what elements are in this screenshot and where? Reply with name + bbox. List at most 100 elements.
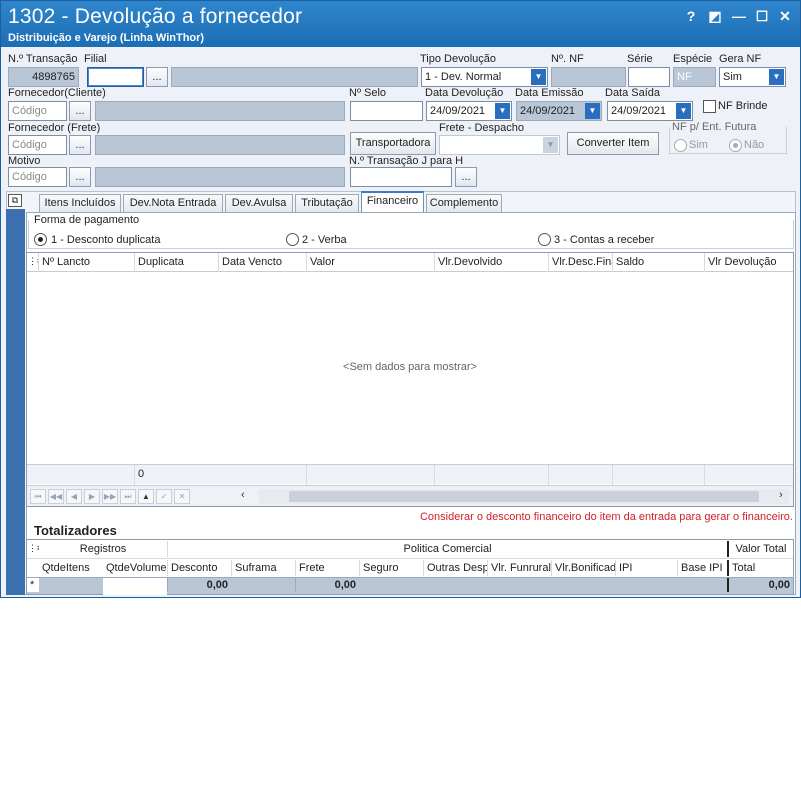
col-base-ipi[interactable]: Base IPI (677, 560, 727, 576)
tab-tributacao[interactable]: Tributação (295, 194, 359, 212)
fornecedor-frete-search-button[interactable]: ... (69, 135, 91, 155)
fornecedor-frete-label: Fornecedor (Frete) (8, 122, 101, 134)
desconto-duplicata-radio[interactable] (34, 233, 47, 246)
col-total[interactable]: Total (727, 560, 793, 576)
data-devolucao-field[interactable]: 24/09/2021 ▼ (426, 101, 512, 121)
qtde-volume-value (103, 578, 167, 595)
summary-cell (613, 465, 705, 485)
totalizadores-grid: ⋮≡ Registros Politica Comercial Valor To… (26, 539, 794, 595)
col-qtde-volume[interactable]: QtdeVolume (103, 560, 167, 576)
frete-despacho-select[interactable]: ▼ (439, 135, 560, 155)
minimize-icon[interactable]: — (729, 7, 749, 25)
restore-layout-icon[interactable]: ◩ (705, 7, 725, 25)
summary-cell (27, 465, 135, 485)
verba-label: 2 - Verba (302, 234, 347, 246)
n-transacao-field: 4898765 (8, 67, 79, 87)
filial-field[interactable] (87, 67, 144, 87)
group-politica-comercial: Politica Comercial (167, 541, 727, 557)
desconto-duplicata-label: 1 - Desconto duplicata (51, 234, 161, 246)
converter-item-button[interactable]: Converter Item (567, 132, 659, 155)
col-vlr-bonificad[interactable]: Vlr.Bonificad (551, 560, 615, 576)
col-data-vencto[interactable]: Data Vencto (219, 253, 307, 272)
col-seguro[interactable]: Seguro (359, 560, 423, 576)
motivo-codigo[interactable]: Código (8, 167, 67, 187)
col-outras-desp[interactable]: Outras Desp (423, 560, 487, 576)
nf-futura-sim-radio[interactable] (674, 139, 687, 152)
motivo-search-button[interactable]: ... (69, 167, 91, 187)
window-title: 1302 - Devolução a fornecedor (8, 5, 303, 28)
last-record-icon[interactable]: ⏭ (120, 489, 136, 504)
insert-record-icon[interactable]: ▲ (138, 489, 154, 504)
grid-menu-icon[interactable]: ⋮≡ (27, 541, 39, 556)
horizontal-scrollbar[interactable] (259, 489, 789, 504)
tab-dev-avulsa[interactable]: Dev.Avulsa (225, 194, 293, 212)
n-transacao-j-search-button[interactable]: ... (455, 167, 477, 187)
col-vlr-devolvido[interactable]: Vlr.Devolvido (435, 253, 549, 272)
group-valor-total: Valor Total (727, 541, 793, 557)
summary-cell (549, 465, 613, 485)
chevron-down-icon[interactable]: ▼ (676, 103, 691, 119)
gera-nf-select[interactable]: Sim ▼ (719, 67, 786, 87)
tab-complemento[interactable]: Complemento (426, 194, 502, 212)
chevron-down-icon[interactable]: ▼ (769, 69, 784, 85)
col-n-lancto[interactable]: Nº Lancto (39, 253, 135, 272)
data-emissao-label: Data Emissão (515, 87, 584, 99)
float-panel-icon[interactable]: ⧉ (8, 194, 22, 207)
post-record-icon[interactable]: ✓ (156, 489, 172, 504)
transportadora-button[interactable]: Transportadora (350, 132, 436, 155)
summary-count: 0 (135, 465, 307, 485)
col-suframa[interactable]: Suframa (231, 560, 295, 576)
chevron-down-icon[interactable]: ▼ (531, 69, 546, 85)
col-valor[interactable]: Valor (307, 253, 435, 272)
total-value: 0,00 (727, 578, 793, 592)
scroll-right-icon[interactable]: › (779, 489, 783, 501)
prev-page-icon[interactable]: ◀◀ (48, 489, 64, 504)
n-transacao-j-field[interactable] (350, 167, 452, 187)
n-selo-field[interactable] (350, 101, 423, 121)
help-icon[interactable]: ? (681, 7, 701, 25)
data-saida-field[interactable]: 24/09/2021 ▼ (607, 101, 693, 121)
tab-dev-nota-entrada[interactable]: Dev.Nota Entrada (123, 194, 223, 212)
col-vlr-funrural[interactable]: Vlr. Funrural (487, 560, 551, 576)
col-ipi[interactable]: IPI (615, 560, 677, 576)
col-saldo[interactable]: Saldo (613, 253, 705, 272)
tab-financeiro[interactable]: Financeiro (361, 191, 424, 213)
nf-futura-sim-label: Sim (689, 139, 708, 151)
grid-navigator: ⏮ ◀◀ ◀ ▶ ▶▶ ⏭ ▲ ✓ ✕ ‹ › (27, 485, 793, 506)
nf-brinde-checkbox[interactable] (703, 100, 716, 113)
col-vlr-desc-fina[interactable]: Vlr.Desc.Fina (549, 253, 613, 272)
scroll-left-icon[interactable]: ‹ (241, 489, 245, 501)
data-emissao-field[interactable]: 24/09/2021 ▼ (516, 101, 602, 121)
parametros-side-panel[interactable]: râmetros (6, 209, 25, 801)
fornecedor-frete-codigo[interactable]: Código (8, 135, 67, 155)
tipo-devolucao-select[interactable]: 1 - Dev. Normal ▼ (421, 67, 548, 87)
fornecedor-cliente-search-button[interactable]: ... (69, 101, 91, 121)
fornecedor-cliente-codigo[interactable]: Código (8, 101, 67, 121)
n-nf-label: Nº. NF (551, 53, 584, 65)
close-icon[interactable]: ✕ (775, 7, 795, 25)
col-desconto[interactable]: Desconto (167, 560, 231, 576)
prev-record-icon[interactable]: ◀ (66, 489, 82, 504)
financeiro-grid[interactable]: ⋮≡ Nº Lancto Duplicata Data Vencto Valor… (26, 252, 794, 507)
col-frete[interactable]: Frete (295, 560, 359, 576)
chevron-down-icon[interactable]: ▼ (495, 103, 510, 119)
contas-receber-radio[interactable] (538, 233, 551, 246)
maximize-icon[interactable]: ☐ (752, 7, 772, 25)
next-page-icon[interactable]: ▶▶ (102, 489, 118, 504)
verba-radio[interactable] (286, 233, 299, 246)
grid-menu-icon[interactable]: ⋮≡ (27, 253, 39, 272)
chevron-down-icon[interactable]: ▼ (543, 137, 558, 153)
nf-futura-nao-radio[interactable] (729, 139, 742, 152)
next-record-icon[interactable]: ▶ (84, 489, 100, 504)
col-duplicata[interactable]: Duplicata (135, 253, 219, 272)
cancel-record-icon[interactable]: ✕ (174, 489, 190, 504)
serie-field[interactable] (628, 67, 670, 87)
chevron-down-icon[interactable]: ▼ (585, 103, 600, 119)
filial-search-button[interactable]: ... (146, 67, 168, 87)
tab-itens-incluidos[interactable]: Itens Incluídos (39, 194, 121, 212)
first-record-icon[interactable]: ⏮ (30, 489, 46, 504)
col-vlr-devolucao[interactable]: Vlr Devolução (705, 253, 793, 272)
col-qtde-itens[interactable]: QtdeItens (39, 560, 103, 576)
fornecedor-cliente-label: Fornecedor(Cliente) (8, 87, 106, 99)
scrollbar-thumb[interactable] (289, 491, 759, 502)
